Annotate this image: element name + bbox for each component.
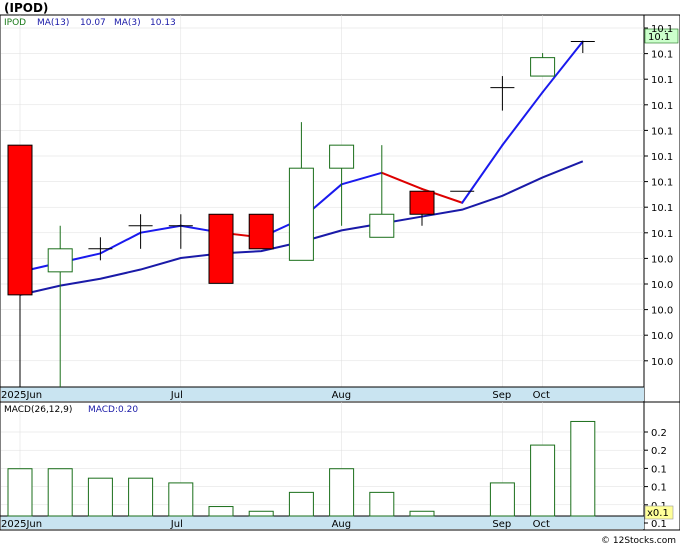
- macd-bar: [7, 468, 33, 517]
- price-ytick-label: 10.1: [651, 101, 673, 112]
- candle: [208, 213, 234, 284]
- price-xtick-label: Aug: [332, 390, 352, 401]
- legend-code: IPOD: [4, 18, 26, 28]
- macd-bar: [369, 491, 395, 517]
- price-ytick-label: 10.1: [651, 229, 673, 240]
- macd-ytick-label: 0.2: [651, 428, 667, 439]
- macd-legend-label: MACD(26,12,9): [4, 405, 72, 415]
- chart: (IPOD) IPOD MA(13) 10.07 MA(3) 10.13 10.…: [0, 0, 680, 546]
- candle: [248, 213, 274, 250]
- price-ytick-label: 10.1: [651, 75, 673, 86]
- price-ytick-label: 10.1: [651, 203, 673, 214]
- macd-bar: [128, 477, 154, 517]
- price-ytick-label: 10.1: [651, 126, 673, 137]
- legend-ma1-value: 10.07: [80, 18, 106, 28]
- price-ytick-label: 10.0: [651, 331, 673, 342]
- macd-xtick-label: Aug: [332, 519, 352, 530]
- macd-xtick-label: Oct: [533, 519, 550, 530]
- candle-body: [288, 167, 314, 261]
- legend-ma1-label: MA(13): [37, 18, 69, 28]
- macd-scale-label: x0.1: [647, 508, 669, 519]
- candle-body: [329, 144, 355, 169]
- macd-bar: [168, 482, 194, 517]
- price-xtick-label: Oct: [533, 390, 550, 401]
- macd-bar: [248, 510, 274, 517]
- macd-bar: [530, 444, 556, 517]
- macd-ytick-label: 0.1: [651, 464, 667, 475]
- price-ytick-label: 10.1: [651, 178, 673, 189]
- macd-bar: [489, 482, 515, 517]
- price-ytick-label: 10.0: [651, 306, 673, 317]
- macd-bar: [570, 420, 596, 517]
- candle-body: [369, 213, 395, 238]
- price-ytick-label: 10.0: [651, 254, 673, 265]
- macd-ytick-label: 0.2: [651, 446, 667, 457]
- candle-body: [208, 213, 234, 284]
- macd-bar: [409, 510, 435, 517]
- macd-xtick-label: 2025Jun: [1, 519, 42, 530]
- price-ytick-label: 10.1: [651, 24, 673, 35]
- candle-body: [409, 190, 435, 215]
- price-xtick-label: 2025Jun: [1, 390, 42, 401]
- candle-body: [248, 213, 274, 250]
- price-xtick-label: Jul: [170, 390, 183, 401]
- macd-bar: [288, 491, 314, 517]
- credit-text: © 12Stocks.com: [601, 536, 676, 546]
- legend-ma2-value: 10.13: [150, 18, 176, 28]
- macd-bar: [47, 468, 73, 517]
- macd-bar: [329, 468, 355, 517]
- macd-ytick-label: 0.1: [651, 483, 667, 494]
- price-ytick-label: 10.1: [651, 152, 673, 163]
- macd-ytick-label: 0.1: [651, 519, 667, 530]
- candle-body: [530, 57, 556, 77]
- macd-xtick-label: Jul: [170, 519, 183, 530]
- legend-ma2-label: MA(3): [114, 18, 141, 28]
- candle-body: [7, 144, 33, 296]
- price-ytick-label: 10.0: [651, 280, 673, 291]
- price-ytick-label: 10.1: [651, 50, 673, 61]
- candle-body: [47, 248, 73, 273]
- macd-bar: [87, 477, 113, 517]
- macd-xtick-label: Sep: [492, 519, 511, 530]
- macd-legend-value: MACD:0.20: [88, 405, 138, 415]
- price-ytick-label: 10.0: [651, 357, 673, 368]
- chart-title: (IPOD): [4, 1, 48, 15]
- price-xtick-label: Sep: [492, 390, 511, 401]
- macd-bar: [208, 506, 234, 517]
